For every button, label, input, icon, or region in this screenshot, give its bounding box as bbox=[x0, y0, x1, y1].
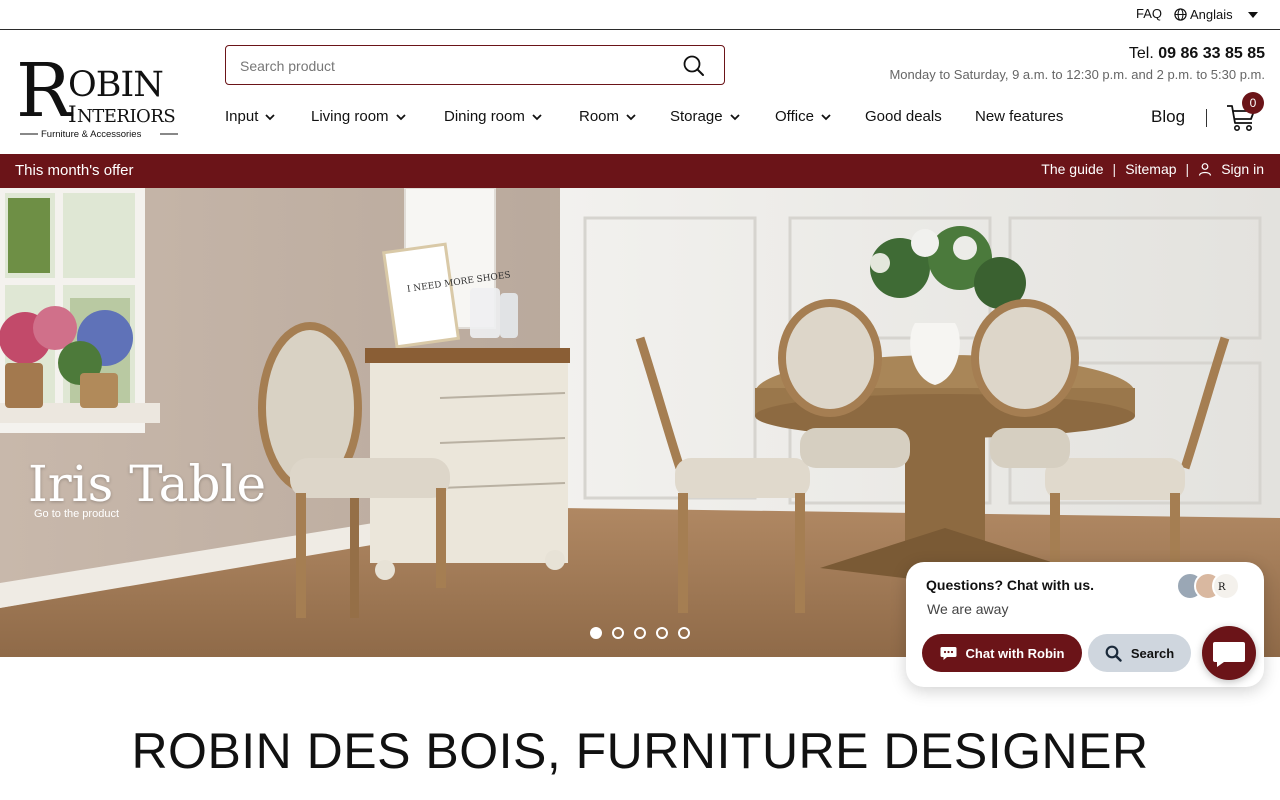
monthly-offer-link[interactable]: This month's offer bbox=[15, 162, 133, 179]
separator: | bbox=[1185, 161, 1190, 177]
user-icon bbox=[1199, 163, 1212, 176]
search-bar bbox=[225, 45, 725, 85]
nav-item-living-room[interactable]: Living room bbox=[311, 108, 407, 125]
chat-button-label: Chat with Robin bbox=[965, 645, 1065, 661]
nav-item-storage[interactable]: Storage bbox=[670, 108, 741, 125]
carousel-dot[interactable] bbox=[678, 627, 690, 639]
tel-label: Tel. bbox=[1128, 45, 1154, 62]
nav-item-new-features[interactable]: New features bbox=[975, 108, 1063, 125]
offer-bar: This month's offer The guide | Sitemap |… bbox=[0, 154, 1280, 188]
carousel-dot[interactable] bbox=[612, 627, 624, 639]
svg-text:R: R bbox=[1218, 582, 1226, 593]
nav-item-label: Room bbox=[579, 108, 620, 125]
language-label: Anglais bbox=[1190, 7, 1233, 22]
chat-bubble-icon bbox=[1213, 642, 1245, 667]
nav-item-dining-room[interactable]: Dining room bbox=[444, 108, 543, 125]
separator: | bbox=[1112, 161, 1117, 177]
caret-down-icon bbox=[1247, 11, 1258, 18]
globe-icon bbox=[1174, 8, 1187, 21]
blog-link[interactable]: Blog bbox=[1151, 107, 1185, 127]
carousel-dots bbox=[590, 627, 690, 639]
carousel-dot[interactable] bbox=[634, 627, 646, 639]
top-utility-bar: FAQ Anglais bbox=[0, 0, 1280, 30]
sign-in-link[interactable]: Sign in bbox=[1221, 161, 1264, 177]
chat-with-robin-button[interactable]: Chat with Robin bbox=[922, 634, 1082, 672]
search-input[interactable] bbox=[240, 55, 670, 77]
logo-line2: NTERIORS bbox=[77, 106, 175, 127]
carousel-dot[interactable] bbox=[590, 627, 602, 639]
carousel-dot[interactable] bbox=[656, 627, 668, 639]
logo-initial: R bbox=[16, 48, 74, 134]
agent-avatars: R bbox=[1176, 572, 1240, 600]
faq-link[interactable]: FAQ bbox=[1136, 6, 1162, 21]
nav-item-label: Dining room bbox=[444, 108, 525, 125]
nav-item-label: Living room bbox=[311, 108, 389, 125]
search-button-label: Search bbox=[1130, 645, 1175, 661]
secondary-links: The guide | Sitemap | Sign in bbox=[1041, 161, 1264, 177]
opening-hours: Monday to Saturday, 9 a.m. to 12:30 p.m.… bbox=[889, 67, 1265, 82]
nav-item-input[interactable]: Input bbox=[225, 108, 276, 125]
chat-question: Questions? Chat with us. bbox=[926, 577, 1095, 593]
nav-item-room[interactable]: Room bbox=[579, 108, 637, 125]
chat-status: We are away bbox=[927, 601, 1009, 617]
search-icon[interactable] bbox=[682, 54, 706, 78]
nav-item-label: Storage bbox=[670, 108, 723, 125]
nav-item-label: Good deals bbox=[865, 108, 942, 125]
nav-item-label: New features bbox=[975, 108, 1064, 125]
chat-search-button[interactable]: Search bbox=[1088, 634, 1191, 672]
tel-number: 09 86 33 85 85 bbox=[1158, 45, 1265, 62]
logo-line1: OBIN bbox=[68, 65, 163, 105]
logo-initial2: I bbox=[68, 103, 77, 128]
hero-title: Iris Table bbox=[28, 455, 267, 513]
chevron-down-icon bbox=[821, 113, 831, 120]
nav-divider bbox=[1206, 109, 1207, 127]
nav-item-label: Input bbox=[225, 108, 259, 125]
language-selector[interactable]: Anglais bbox=[1174, 7, 1258, 22]
robin-interiors-logo[interactable]: R OBIN I NTERIORS Furniture & Accessorie… bbox=[14, 46, 190, 142]
search-icon bbox=[1105, 645, 1122, 662]
guide-link[interactable]: The guide bbox=[1041, 161, 1103, 177]
cart-count-badge: 0 bbox=[1242, 92, 1264, 114]
sitemap-link[interactable]: Sitemap bbox=[1125, 161, 1176, 177]
chevron-down-icon bbox=[532, 113, 542, 120]
nav-item-office[interactable]: Office bbox=[775, 108, 832, 125]
chat-launcher-button[interactable] bbox=[1202, 626, 1256, 680]
logo-tagline: Furniture & Accessories bbox=[41, 129, 142, 140]
chevron-down-icon bbox=[395, 113, 406, 120]
page-headline: ROBIN DES BOIS, FURNITURE DESIGNER bbox=[131, 723, 1149, 779]
chevron-down-icon bbox=[265, 113, 276, 120]
nav-item-label: Office bbox=[775, 108, 814, 125]
nav-item-good-deals[interactable]: Good deals bbox=[865, 108, 942, 125]
chevron-down-icon bbox=[729, 113, 740, 120]
chevron-down-icon bbox=[626, 113, 636, 120]
phone-contact[interactable]: Tel. 09 86 33 85 85 bbox=[1129, 45, 1265, 63]
chat-bubble-icon bbox=[940, 646, 957, 660]
go-to-product-link[interactable]: Go to the product bbox=[34, 508, 119, 520]
